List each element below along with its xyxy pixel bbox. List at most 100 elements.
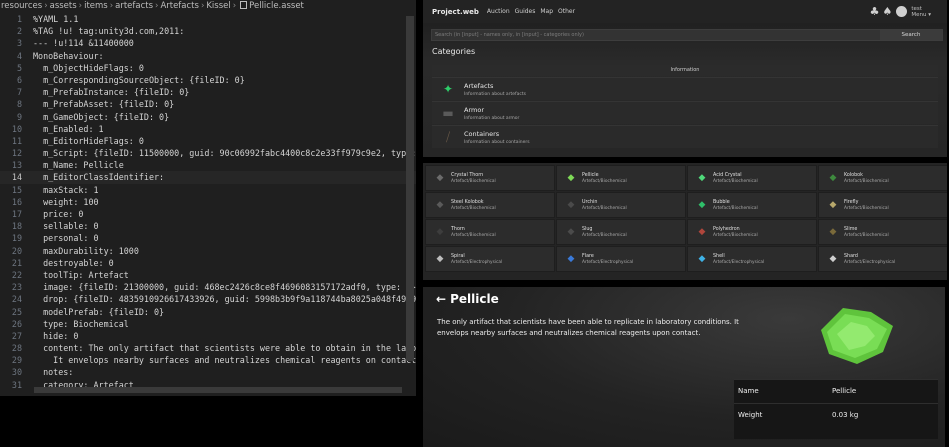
code-line[interactable]: 7 m_PrefabInstance: {fileID: 0} xyxy=(0,86,416,98)
line-number: 2 xyxy=(16,26,22,37)
artefact-card[interactable]: ◆ Flare Artefact/Electrophysical xyxy=(556,246,686,272)
breadcrumb-item[interactable]: assets xyxy=(50,1,77,11)
search-input[interactable]: Search (in [input] - names only, in [inp… xyxy=(431,29,943,41)
code-line[interactable]: 2 %TAG !u! tag:unity3d.com,2011: xyxy=(0,25,416,37)
code-line[interactable]: 20 maxDurability: 1000 xyxy=(0,245,416,257)
artefact-icon: ◆ xyxy=(829,173,837,183)
vertical-scrollbar[interactable] xyxy=(406,16,414,361)
artefact-icon: ◆ xyxy=(436,173,444,183)
artefact-icon: ◆ xyxy=(829,254,837,264)
line-text: m_EditorClassIdentifier: xyxy=(33,172,165,183)
artefact-card[interactable]: ◆ Acid Crystal Artefact/Biochemical xyxy=(687,165,817,191)
artefact-name: Flare xyxy=(582,253,594,259)
tree-icon[interactable]: ♣ xyxy=(870,5,880,18)
category-desc: Information about artefacts xyxy=(464,91,526,97)
code-line[interactable]: 24 drop: {fileID: 4835910926617433926, g… xyxy=(0,293,416,305)
breadcrumb-item[interactable]: Kissel xyxy=(206,1,230,11)
property-row: Weight 0.03 kg xyxy=(734,403,938,426)
code-line[interactable]: 12 m_Script: {fileID: 11500000, guid: 90… xyxy=(0,147,416,159)
code-line[interactable]: 22 toolTip: Artefact xyxy=(0,269,416,281)
code-line[interactable]: 28 content: The only artifact that scien… xyxy=(0,342,416,354)
artefact-name: Firefly xyxy=(844,199,859,205)
code-line[interactable]: 16 weight: 100 xyxy=(0,196,416,208)
category-containers[interactable]: ⧸ Containers Information about containers xyxy=(432,125,938,148)
artefact-name: Urchin xyxy=(582,199,598,205)
artefact-card[interactable]: ◆ Firefly Artefact/Biochemical xyxy=(818,192,947,218)
avatar[interactable] xyxy=(896,6,908,17)
artefact-card[interactable]: ◆ Thorn Artefact/Biochemical xyxy=(425,219,555,245)
code-line[interactable]: 6 m_CorrespondingSourceObject: {fileID: … xyxy=(0,74,416,86)
code-line[interactable]: 11 m_EditorHideFlags: 0 xyxy=(0,135,416,147)
code-line[interactable]: 8 m_PrefabAsset: {fileID: 0} xyxy=(0,98,416,110)
line-text: price: 0 xyxy=(33,209,84,219)
line-number: 21 xyxy=(11,257,22,268)
line-text: content: The only artifact that scientis… xyxy=(33,343,416,354)
code-line[interactable]: 10 m_Enabled: 1 xyxy=(0,123,416,135)
breadcrumb-item[interactable]: items xyxy=(84,1,108,11)
breadcrumb: resources › assets › items › artefacts › Artefac… xyxy=(0,0,416,13)
code-line[interactable]: 14 m_EditorClassIdentifier: xyxy=(0,171,416,184)
artefact-icon: ◆ xyxy=(567,200,575,210)
category-artefacts[interactable]: ✦ Artefacts Information about artefacts xyxy=(432,77,938,100)
artefact-icon: ◆ xyxy=(436,227,444,237)
artefact-card[interactable]: ◆ Crystal Thorn Artefact/Biochemical xyxy=(425,165,555,191)
back-arrow-icon[interactable]: ← xyxy=(436,292,446,306)
artefact-card[interactable]: ◆ Slime Artefact/Biochemical xyxy=(818,219,947,245)
nav-guides[interactable]: Guides xyxy=(515,8,536,15)
breadcrumb-file[interactable]: Pellicle.asset xyxy=(249,1,304,11)
code-area[interactable]: 1 %YAML 1.1 2 %TAG !u! tag:unity3d.com,2011… xyxy=(0,13,416,396)
line-text: modelPrefab: {fileID: 0} xyxy=(33,306,165,317)
category-armor[interactable]: ▬ Armor Information about armor xyxy=(432,101,938,124)
artefact-card[interactable]: ◆ Urchin Artefact/Biochemical xyxy=(556,192,686,218)
artefact-card[interactable]: ◆ Bubble Artefact/Biochemical xyxy=(687,192,817,218)
search-placeholder: Search (in [input] - names only, in [inp… xyxy=(435,32,584,38)
armor-icon: ▬ xyxy=(442,106,454,120)
code-line[interactable]: 3 --- !u!114 &11400000 xyxy=(0,37,416,49)
code-line[interactable]: 29 It envelops nearby surfaces and neutr… xyxy=(0,354,416,366)
line-text: weight: 100 xyxy=(33,196,99,207)
artefact-type: Artefact/Biochemical xyxy=(582,178,627,184)
nav-auction[interactable]: Auction xyxy=(487,8,510,15)
artefact-card[interactable]: ◆ Steel Kolobok Artefact/Biochemical xyxy=(425,192,555,218)
artefact-type: Artefact/Biochemical xyxy=(582,205,627,211)
line-text: m_GameObject: {fileID: 0} xyxy=(33,111,170,122)
code-line[interactable]: 5 m_ObjectHideFlags: 0 xyxy=(0,62,416,74)
artefact-card[interactable]: ◆ Shard Artefact/Electrophysical xyxy=(818,246,947,272)
code-line[interactable]: 15 maxStack: 1 xyxy=(0,184,416,196)
code-line[interactable]: 9 m_GameObject: {fileID: 0} xyxy=(0,111,416,123)
code-line[interactable]: 19 personal: 0 xyxy=(0,232,416,244)
artefact-icon: ◆ xyxy=(698,254,706,264)
nav-map[interactable]: Map xyxy=(540,8,553,15)
code-line[interactable]: 4 MonoBehaviour: xyxy=(0,50,416,62)
category-name: Containers xyxy=(464,129,500,138)
artefact-card[interactable]: ◆ Slug Artefact/Biochemical xyxy=(556,219,686,245)
artefact-card[interactable]: ◆ Spiral Artefact/Electrophysical xyxy=(425,246,555,272)
tree-icon[interactable]: ♠ xyxy=(883,5,893,18)
code-line[interactable]: 13 m_Name: Pellicle xyxy=(0,159,416,171)
code-line[interactable]: 23 image: {fileID: 21300000, guid: 468ec… xyxy=(0,281,416,293)
artefact-card[interactable]: ◆ Pellicle Artefact/Biochemical xyxy=(556,165,686,191)
user-menu[interactable]: test Menu ▾ xyxy=(911,6,931,18)
code-line[interactable]: 18 sellable: 0 xyxy=(0,220,416,232)
nav-other[interactable]: Other xyxy=(558,8,575,15)
artefact-card[interactable]: ◆ Polyhedron Artefact/Biochemical xyxy=(687,219,817,245)
artefact-card[interactable]: ◆ Shell Artefact/Electrophysical xyxy=(687,246,817,272)
search-button[interactable]: Search xyxy=(880,30,942,40)
code-line[interactable]: 21 destroyable: 0 xyxy=(0,257,416,269)
artefact-card[interactable]: ◆ Kolobok Artefact/Biochemical xyxy=(818,165,947,191)
code-line[interactable]: 27 hide: 0 xyxy=(0,330,416,342)
code-line[interactable]: 17 price: 0 xyxy=(0,208,416,220)
breadcrumb-item[interactable]: resources xyxy=(1,1,42,11)
line-text: maxStack: 1 xyxy=(33,184,99,195)
artefact-grid: ◆ Crystal Thorn Artefact/Biochemical ◆ Pelli… xyxy=(423,163,947,280)
code-line[interactable]: 26 type: Biochemical xyxy=(0,318,416,330)
horizontal-scrollbar[interactable] xyxy=(34,387,402,393)
code-line[interactable]: 30 notes: xyxy=(0,366,416,378)
breadcrumb-item[interactable]: Artefacts xyxy=(160,1,199,11)
code-line[interactable]: 1 %YAML 1.1 xyxy=(0,13,416,25)
code-line[interactable]: 25 modelPrefab: {fileID: 0} xyxy=(0,306,416,318)
detail-title: Pellicle xyxy=(450,292,499,306)
line-number: 27 xyxy=(11,330,22,341)
brand-logo[interactable]: Project.web xyxy=(432,8,479,16)
breadcrumb-item[interactable]: artefacts xyxy=(115,1,153,11)
